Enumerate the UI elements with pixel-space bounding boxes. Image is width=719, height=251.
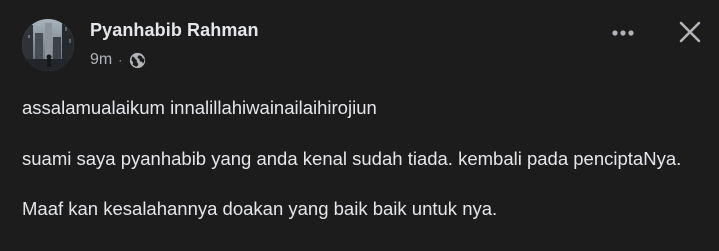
- more-options-button[interactable]: [603, 18, 643, 48]
- author-name[interactable]: Pyanhabib Rahman: [90, 20, 259, 41]
- post-paragraph: Maaf kan kesalahannya doakan yang baik b…: [22, 198, 498, 219]
- post-card: Pyanhabib Rahman 9m · assalamualaikum in…: [0, 0, 719, 251]
- post-meta: 9m ·: [90, 50, 146, 70]
- post-paragraph: suami saya pyanhabib yang anda kenal sud…: [22, 148, 682, 169]
- globe-icon[interactable]: [129, 52, 146, 69]
- more-options-icon: [612, 30, 634, 36]
- avatar[interactable]: [22, 19, 74, 71]
- post-paragraph: assalamualaikum innalillahiwainailaihiro…: [22, 97, 377, 118]
- post-body: assalamualaikum innalillahiwainailaihiro…: [22, 94, 702, 245]
- avatar-image: [22, 19, 74, 71]
- post-time[interactable]: 9m: [90, 51, 112, 69]
- close-button[interactable]: [670, 12, 710, 52]
- close-icon: [679, 21, 701, 43]
- meta-separator: ·: [118, 53, 123, 67]
